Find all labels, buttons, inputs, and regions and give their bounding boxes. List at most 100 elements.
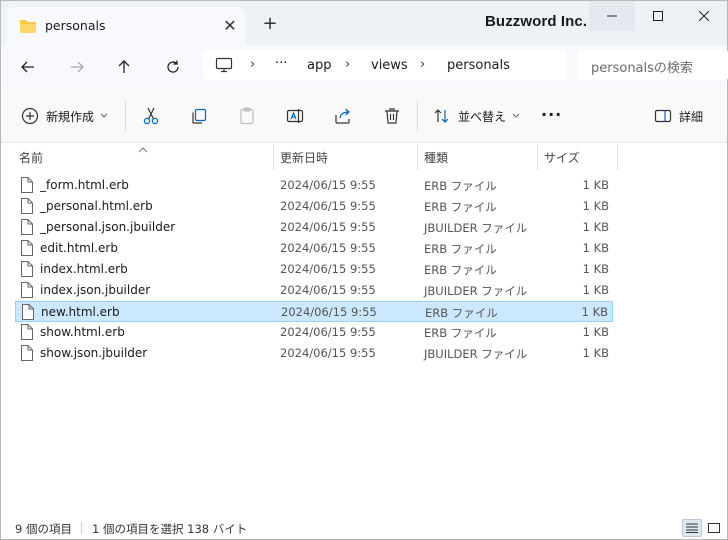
command-bar: 新規作成 並べ替え ··· 詳細 [1,89,727,143]
file-type: JBUILDER ファイル [424,347,528,361]
plus-circle-icon [21,107,39,125]
new-button[interactable]: 新規作成 [21,105,108,127]
details-pane-button[interactable]: 詳細 [654,105,703,127]
status-bar: 9 個の項目 1 個の項目を選択 138 バイト [1,517,727,539]
file-size: 1 KB [582,283,609,297]
tab-close-icon[interactable]: ✕ [219,15,241,37]
breadcrumb-chevron-icon[interactable]: › [420,57,425,72]
item-count: 9 個の項目 [15,522,72,536]
file-icon [20,345,33,364]
new-tab-icon[interactable]: + [259,13,281,35]
forward-arrow-icon[interactable] [64,54,90,80]
file-modified: 2024/06/15 9:55 [280,241,376,255]
file-modified: 2024/06/15 9:55 [281,305,377,319]
delete-button[interactable] [382,105,402,127]
tiles-view-icon[interactable] [704,519,724,537]
up-arrow-icon[interactable] [111,54,137,80]
file-icon [20,282,33,301]
file-icon [20,261,33,280]
column-header-row: 名前 更新日時 種類 サイズ [1,144,727,170]
file-name: _personal.json.jbuilder [40,220,176,234]
breadcrumb-views[interactable]: views [371,58,408,73]
column-divider[interactable] [537,144,538,170]
column-divider[interactable] [417,144,418,170]
search-input[interactable]: personalsの検索 [577,50,728,80]
file-modified: 2024/06/15 9:55 [280,346,376,360]
sort-button[interactable]: 並べ替え [433,105,520,127]
file-icon [20,324,33,343]
column-header-modified[interactable]: 更新日時 [280,149,328,166]
column-header-type[interactable]: 種類 [424,149,448,166]
file-row[interactable]: _form.html.erb 2024/06/15 9:55 ERB ファイル … [15,175,613,196]
column-header-size[interactable]: サイズ [544,149,580,166]
file-modified: 2024/06/15 9:55 [280,220,376,234]
file-modified: 2024/06/15 9:55 [280,283,376,297]
search-placeholder: personalsの検索 [591,61,693,76]
file-type: ERB ファイル [424,263,497,277]
file-type: JBUILDER ファイル [424,284,528,298]
more-options-icon[interactable]: ··· [541,103,562,125]
cut-button[interactable] [141,105,161,127]
sort-ascending-icon [138,142,148,156]
details-view-icon[interactable] [682,519,702,537]
status-divider [81,522,82,534]
share-icon [335,108,350,124]
selection-info: 1 個の項目を選択 138 バイト [92,522,248,536]
chevron-down-icon [512,113,520,118]
column-divider[interactable] [617,144,618,170]
file-size: 1 KB [582,199,609,213]
file-icon [20,198,33,217]
close-window-button[interactable] [681,1,727,31]
computer-icon[interactable] [215,57,233,76]
minimize-button[interactable] [589,1,635,31]
file-type: ERB ファイル [424,200,497,214]
file-row[interactable]: index.json.jbuilder 2024/06/15 9:55 JBUI… [15,280,613,301]
clipboard-icon [240,107,254,125]
file-row[interactable]: _personal.html.erb 2024/06/15 9:55 ERB フ… [15,196,613,217]
file-row-selected[interactable]: new.html.erb 2024/06/15 9:55 ERB ファイル 1 … [15,301,613,322]
brand-label: Buzzword Inc. [485,13,588,30]
title-bar: personals ✕ + Buzzword Inc. [1,1,727,45]
breadcrumb-chevron-icon[interactable]: › [250,57,255,72]
file-size: 1 KB [582,241,609,255]
folder-icon [19,18,37,37]
breadcrumb-personals[interactable]: personals [447,58,510,73]
breadcrumb-overflow-icon[interactable]: ··· [275,56,287,71]
rename-icon [286,109,304,123]
maximize-button[interactable] [635,1,681,31]
file-row[interactable]: _personal.json.jbuilder 2024/06/15 9:55 … [15,217,613,238]
file-row[interactable]: edit.html.erb 2024/06/15 9:55 ERB ファイル 1… [15,238,613,259]
rename-button[interactable] [285,105,305,127]
copy-button[interactable] [189,105,209,127]
tab-label: personals [45,18,106,33]
paste-button[interactable] [237,105,257,127]
file-row[interactable]: index.html.erb 2024/06/15 9:55 ERB ファイル … [15,259,613,280]
file-size: 1 KB [582,220,609,234]
file-modified: 2024/06/15 9:55 [280,199,376,213]
column-divider[interactable] [273,144,274,170]
file-type: ERB ファイル [424,179,497,193]
address-bar[interactable]: › ··· › app › views personals [203,50,567,80]
file-size: 1 KB [582,325,609,339]
back-arrow-icon[interactable] [15,54,41,80]
trash-icon [385,108,399,124]
details-label: 詳細 [679,109,704,124]
file-size: 1 KB [582,262,609,276]
tab-personals[interactable]: personals ✕ [7,7,245,45]
details-pane-icon [654,109,672,123]
refresh-icon[interactable] [160,54,186,80]
file-icon [20,177,33,196]
breadcrumb-app[interactable]: app [307,58,331,73]
file-type: ERB ファイル [424,242,497,256]
file-modified: 2024/06/15 9:55 [280,178,376,192]
breadcrumb-chevron-icon[interactable]: › [345,57,350,72]
column-header-name[interactable]: 名前 [19,149,43,166]
explorer-window: personals ✕ + Buzzword Inc. › ··· › app … [0,0,728,540]
file-row[interactable]: show.html.erb 2024/06/15 9:55 ERB ファイル 1… [15,322,613,343]
share-button[interactable] [333,105,353,127]
file-row[interactable]: show.json.jbuilder 2024/06/15 9:55 JBUIL… [15,343,613,364]
file-icon [20,219,33,238]
scissors-icon [143,107,159,125]
file-name: _form.html.erb [40,178,129,192]
file-size: 1 KB [582,178,609,192]
